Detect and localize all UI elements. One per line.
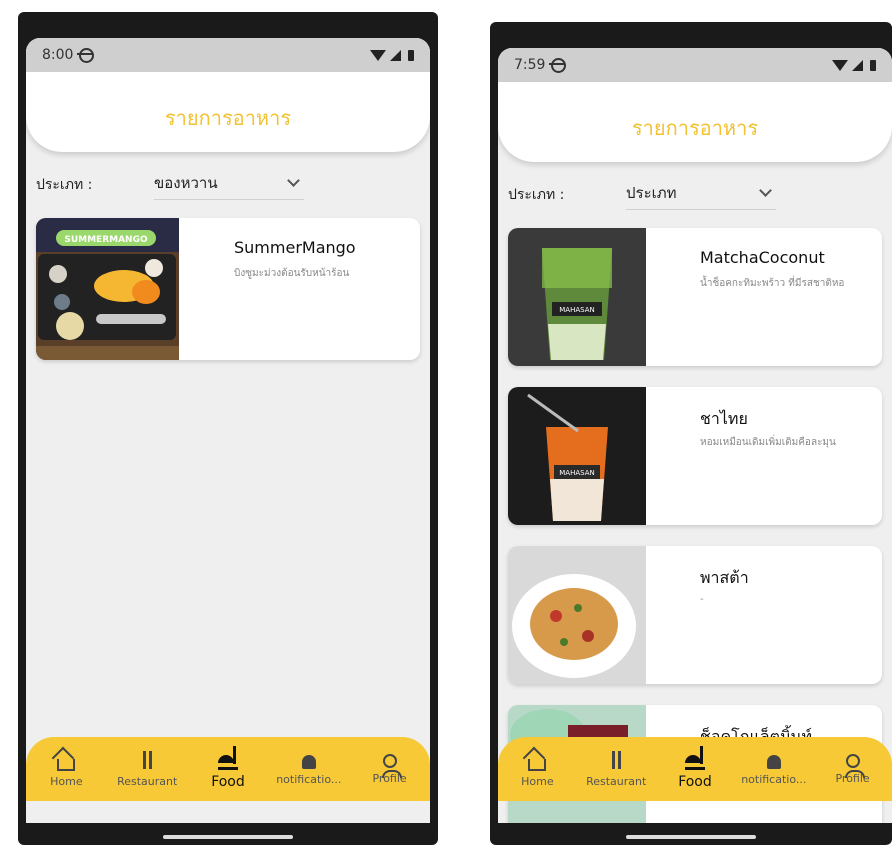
- food-description: หอมเหมือนเดิมเพิ่มเติมคือละมุน: [700, 437, 836, 448]
- wifi-icon: [370, 49, 386, 61]
- food-image-thai-tea: MAHASAN: [508, 387, 646, 525]
- food-card-pasta[interactable]: พาสต้า -: [508, 546, 882, 684]
- screen-left: 8:00 รายการอาหาร ประเภท : ของหวาน SUMMER…: [26, 38, 430, 823]
- food-list: SUMMERMANGO SummerMango บิงซูมะม่วงต้อนร…: [36, 218, 420, 377]
- bell-icon: [301, 754, 316, 769]
- home-indicator[interactable]: [163, 835, 293, 839]
- food-title: MatchaCoconut: [700, 248, 825, 267]
- phone-right: 7:59 รายการอาหาร ประเภท : ประเภท MAHASAN…: [490, 22, 892, 845]
- nav-notification-label: notificatio...: [741, 772, 807, 786]
- status-time: 7:59: [514, 57, 546, 73]
- food-image-matchacoconut: MAHASAN: [508, 228, 646, 366]
- food-description: บิงซูมะม่วงต้อนรับหน้าร้อน: [234, 268, 350, 279]
- food-card-thai-tea[interactable]: MAHASAN ชาไทย หอมเหมือนเดิมเพิ่มเติมคือล…: [508, 387, 882, 525]
- food-title: พาสต้า: [700, 568, 749, 587]
- dropdown-value: ประเภท: [626, 183, 677, 202]
- nav-restaurant-label: Restaurant: [117, 774, 178, 788]
- food-card-matchacoconut[interactable]: MAHASAN MatchaCoconut น้ำช็อคกะทิมะพร้าว…: [508, 228, 882, 366]
- screen-right: 7:59 รายการอาหาร ประเภท : ประเภท MAHASAN…: [498, 48, 892, 823]
- nav-restaurant-label: Restaurant: [586, 774, 647, 788]
- food-card-summermango[interactable]: SUMMERMANGO SummerMango บิงซูมะม่วงต้อนร…: [36, 218, 420, 360]
- status-bar: 7:59: [498, 48, 892, 82]
- category-filter: ประเภท : ของหวาน: [36, 168, 420, 202]
- svg-text:SUMMERMANGO: SUMMERMANGO: [64, 235, 148, 245]
- nav-home-label: Home: [521, 774, 554, 788]
- settings-gear-icon: [77, 47, 95, 63]
- phone-left: 8:00 รายการอาหาร ประเภท : ของหวาน SUMMER…: [18, 12, 438, 845]
- nav-restaurant[interactable]: Restaurant: [111, 750, 183, 788]
- food-image-summermango: SUMMERMANGO: [36, 218, 179, 360]
- bottom-navigation: Home Restaurant Food notificatio... Prof…: [498, 737, 892, 801]
- page-title: รายการอาหาร: [164, 106, 292, 130]
- dropdown-value: ของหวาน: [154, 173, 218, 192]
- signal-icon: [390, 49, 401, 61]
- nav-profile[interactable]: Profile: [354, 753, 426, 785]
- nav-food-label: Food: [678, 773, 712, 790]
- food-title: SummerMango: [234, 238, 356, 257]
- nav-restaurant[interactable]: Restaurant: [580, 750, 652, 788]
- home-indicator[interactable]: [626, 835, 756, 839]
- nav-notification[interactable]: notificatio...: [273, 753, 345, 786]
- status-bar: 8:00: [26, 38, 430, 72]
- utensils-icon: [137, 750, 157, 771]
- profile-icon: [844, 753, 865, 778]
- app-header: 8:00 รายการอาหาร: [26, 38, 430, 152]
- filter-label: ประเภท :: [36, 177, 93, 193]
- home-icon: [57, 758, 76, 771]
- status-time: 8:00: [42, 47, 74, 63]
- home-icon: [528, 758, 547, 771]
- settings-gear-icon: [549, 57, 567, 73]
- nav-home[interactable]: Home: [30, 751, 102, 788]
- category-dropdown[interactable]: ประเภท: [626, 181, 776, 210]
- food-tray-icon: [684, 745, 705, 770]
- nav-food-label: Food: [211, 773, 245, 790]
- system-icons: [370, 49, 414, 61]
- chevron-down-icon: [759, 183, 772, 197]
- bell-icon: [766, 754, 781, 769]
- nav-notification[interactable]: notificatio...: [738, 753, 810, 786]
- profile-icon: [381, 753, 402, 778]
- signal-icon: [852, 59, 863, 71]
- food-image-pasta: [508, 546, 646, 684]
- app-header: 7:59 รายการอาหาร: [498, 48, 892, 162]
- nav-home[interactable]: Home: [501, 751, 573, 788]
- filter-label: ประเภท :: [508, 187, 565, 203]
- bottom-navigation: Home Restaurant Food notificatio... Prof…: [26, 737, 430, 801]
- nav-food[interactable]: Food: [192, 745, 264, 790]
- page-title: รายการอาหาร: [631, 116, 759, 140]
- category-filter: ประเภท : ประเภท: [508, 178, 882, 212]
- svg-text:MAHASAN: MAHASAN: [559, 469, 594, 477]
- nav-profile[interactable]: Profile: [817, 753, 889, 785]
- food-description: น้ำช็อคกะทิมะพร้าว ที่มีรสชาติหอ: [700, 278, 845, 289]
- wifi-icon: [832, 59, 848, 71]
- food-tray-icon: [217, 745, 238, 770]
- chevron-down-icon: [287, 173, 300, 187]
- battery-icon: [870, 59, 876, 71]
- nav-home-label: Home: [50, 774, 83, 788]
- food-list: MAHASAN MatchaCoconut น้ำช็อคกะทิมะพร้าว…: [508, 228, 882, 823]
- food-title: ชาไทย: [700, 409, 748, 428]
- utensils-icon: [606, 750, 626, 771]
- system-icons: [832, 59, 876, 71]
- category-dropdown[interactable]: ของหวาน: [154, 171, 304, 200]
- food-description: -: [700, 594, 704, 605]
- svg-text:MAHASAN: MAHASAN: [559, 306, 594, 314]
- battery-icon: [408, 49, 414, 61]
- nav-notification-label: notificatio...: [276, 772, 342, 786]
- nav-food[interactable]: Food: [659, 745, 731, 790]
